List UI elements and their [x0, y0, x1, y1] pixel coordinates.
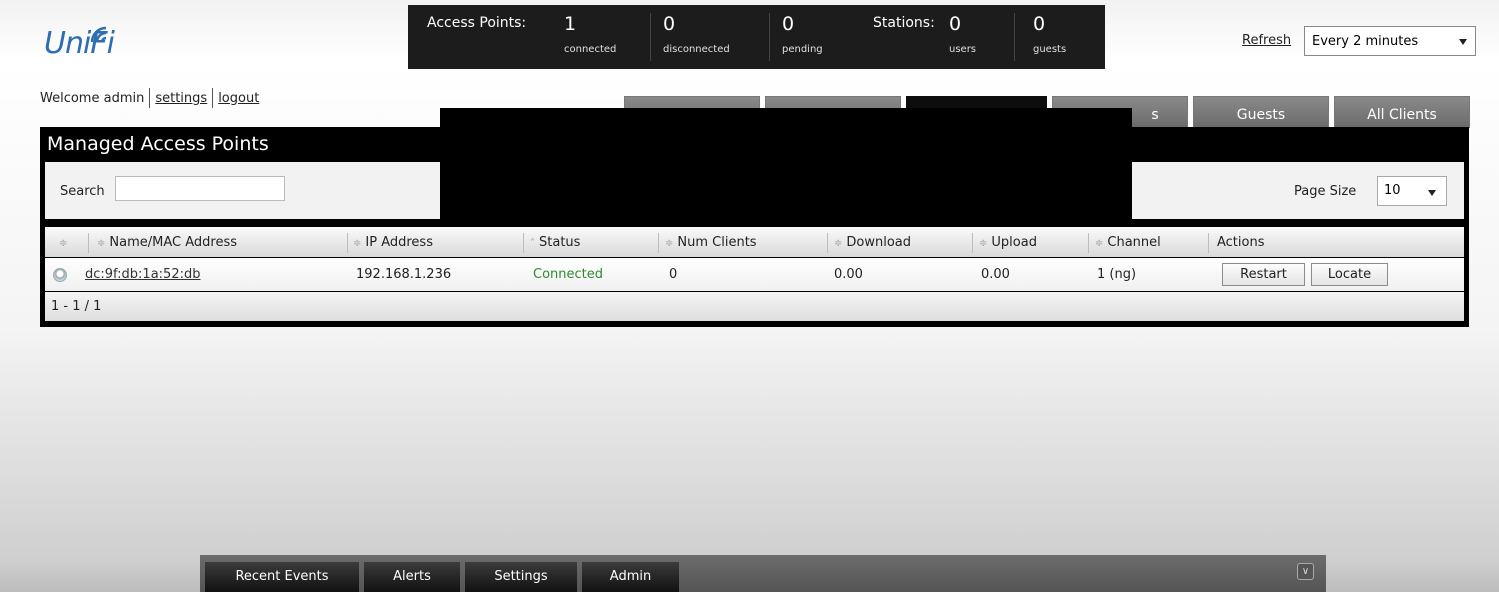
column-status[interactable]: ˄ Status — [530, 227, 580, 257]
ap-num-clients: 0 — [669, 267, 678, 282]
tab-guests-label: Guests — [1236, 107, 1286, 123]
sort-icon: ≑ — [1095, 238, 1104, 249]
ap-download: 0.00 — [834, 267, 863, 282]
search-label: Search — [60, 184, 105, 199]
page-size-label: Page Size — [1294, 184, 1357, 199]
divider — [88, 233, 89, 253]
welcome-text: Welcome admin — [40, 90, 145, 106]
sort-icon[interactable]: ≑ — [59, 227, 71, 257]
logout-link[interactable]: logout — [218, 91, 259, 106]
ap-disconnected-count: 0 — [663, 13, 676, 35]
ap-ip-address: 192.168.1.236 — [356, 267, 452, 282]
column-actions: Actions — [1217, 227, 1265, 257]
column-channel[interactable]: ≑ Channel — [1095, 227, 1161, 257]
tab-guests[interactable]: Guests — [1193, 96, 1329, 128]
column-label: Num Clients — [677, 235, 757, 250]
sort-icon: ≑ — [97, 238, 106, 249]
logo-text: UniFi — [44, 26, 115, 61]
divider — [769, 13, 770, 61]
divider — [212, 88, 214, 108]
panel-title: Managed Access Points — [47, 133, 269, 155]
status-summary-bar: Access Points: 1 connected 0 disconnecte… — [408, 5, 1105, 69]
sort-icon: ≑ — [665, 238, 674, 249]
bottom-toolbar: Recent Events Alerts Settings Admin ∨ — [200, 555, 1326, 592]
column-label: Download — [846, 235, 912, 250]
tab-all-clients-label: All Clients — [1367, 107, 1437, 123]
tab-settings[interactable]: Settings — [465, 562, 577, 592]
sort-icon: ≑ — [353, 238, 362, 249]
pagination-text: 1 - 1 / 1 — [51, 299, 102, 314]
welcome-bar: Welcome admin settings logout — [40, 88, 259, 108]
divider — [650, 13, 651, 61]
redaction-box — [440, 108, 1132, 222]
column-label: Actions — [1217, 235, 1265, 250]
divider — [1088, 233, 1089, 253]
pagination: 1 - 1 / 1 — [45, 292, 1464, 321]
column-name-mac[interactable]: ≑ Name/MAC Address — [97, 227, 237, 257]
refresh-interval-select[interactable]: Every 2 minutes — [1304, 26, 1476, 56]
refresh-link[interactable]: Refresh — [1242, 33, 1291, 48]
access-points-label: Access Points: — [427, 15, 527, 31]
locate-button[interactable]: Locate — [1311, 263, 1388, 286]
column-label: Name/MAC Address — [109, 235, 237, 250]
table-row: dc:9f:db:1a:52:db 192.168.1.236 Connecte… — [45, 258, 1464, 291]
stations-label: Stations: — [873, 15, 935, 31]
tab-admin[interactable]: Admin — [582, 562, 679, 592]
tab-all-clients[interactable]: All Clients — [1334, 96, 1470, 128]
sort-icon: ˄ — [530, 238, 535, 249]
stations-guests-count: 0 — [1033, 13, 1046, 35]
column-upload[interactable]: ≑ Upload — [979, 227, 1037, 257]
divider — [149, 88, 151, 108]
tab-users-label: s — [1151, 107, 1159, 123]
column-ip-address[interactable]: ≑ IP Address — [353, 227, 433, 257]
stations-users-count: 0 — [949, 13, 962, 35]
ap-pending-label: pending — [782, 44, 823, 55]
divider — [972, 233, 973, 253]
divider — [347, 233, 348, 253]
column-label: IP Address — [365, 235, 433, 250]
divider — [658, 233, 659, 253]
column-label: Upload — [991, 235, 1037, 250]
ap-upload: 0.00 — [981, 267, 1010, 282]
ap-status: Connected — [533, 267, 604, 282]
page-size-select[interactable]: 10 — [1377, 176, 1447, 206]
access-point-icon — [53, 268, 67, 282]
refresh-interval-value: Every 2 minutes — [1312, 33, 1419, 49]
divider — [827, 233, 828, 253]
page-size-value: 10 — [1384, 183, 1401, 198]
chevron-down-icon — [1428, 190, 1436, 196]
unifi-logo: UniFi — [44, 22, 154, 82]
search-input[interactable] — [115, 176, 285, 201]
divider — [523, 233, 524, 253]
ap-name-link[interactable]: dc:9f:db:1a:52:db — [85, 258, 200, 291]
column-label: Channel — [1107, 235, 1161, 250]
ap-disconnected-label: disconnected — [663, 44, 730, 55]
divider — [1208, 233, 1209, 253]
ap-pending-count: 0 — [782, 13, 795, 35]
settings-link[interactable]: settings — [155, 91, 207, 106]
restart-button[interactable]: Restart — [1222, 263, 1305, 286]
column-label: Status — [539, 235, 581, 250]
column-download[interactable]: ≑ Download — [834, 227, 911, 257]
collapse-icon[interactable]: ∨ — [1297, 563, 1314, 580]
sort-icon: ≑ — [979, 238, 988, 249]
table-header: ≑ ≑ Name/MAC Address ≑ IP Address ˄ Status … — [45, 227, 1464, 257]
tab-alerts[interactable]: Alerts — [364, 562, 460, 592]
ap-connected-label: connected — [564, 44, 617, 55]
tab-recent-events[interactable]: Recent Events — [205, 562, 359, 592]
column-num-clients[interactable]: ≑ Num Clients — [665, 227, 757, 257]
ap-channel: 1 (ng) — [1097, 267, 1137, 282]
divider — [1014, 13, 1015, 61]
ap-connected-count: 1 — [564, 13, 577, 35]
stations-users-label: users — [949, 44, 977, 55]
stations-guests-label: guests — [1033, 44, 1067, 55]
chevron-down-icon — [1459, 39, 1467, 45]
sort-icon: ≑ — [834, 238, 843, 249]
